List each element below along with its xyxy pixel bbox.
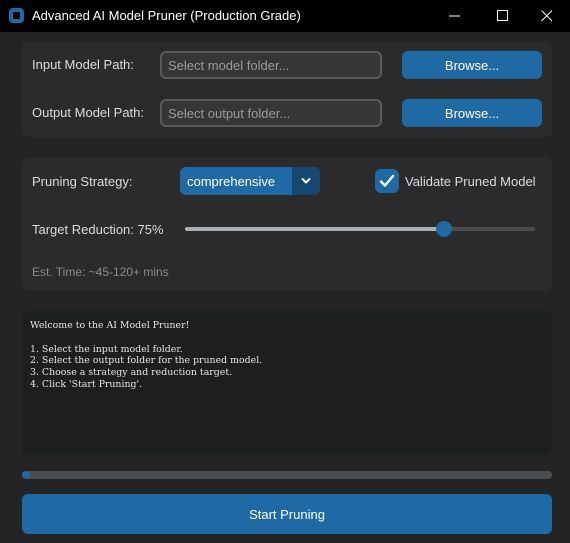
validate-pruned-model-checkbox[interactable] — [375, 169, 399, 193]
paths-panel: Input Model Path: Browse... Output Model… — [22, 41, 552, 137]
minimize-icon — [449, 15, 460, 17]
estimated-time-label: Est. Time: ~45-120+ mins — [32, 265, 169, 279]
output-model-path-field[interactable] — [160, 99, 382, 127]
output-model-path-label: Output Model Path: — [32, 105, 145, 120]
pruning-strategy-dropdown[interactable]: comprehensive — [180, 167, 320, 195]
input-model-path-label: Input Model Path: — [32, 57, 134, 72]
close-icon — [541, 10, 553, 22]
minimize-button[interactable] — [432, 0, 478, 32]
slider-handle[interactable] — [436, 221, 452, 237]
app-icon — [9, 8, 24, 23]
log-textbox[interactable]: Welcome to the AI Model Pruner! 1. Selec… — [22, 311, 552, 455]
target-reduction-label: Target Reduction: 75% — [32, 222, 164, 237]
pruning-strategy-label: Pruning Strategy: — [32, 174, 133, 189]
slider-fill — [185, 227, 444, 231]
close-button[interactable] — [524, 0, 570, 32]
progress-fill — [22, 471, 30, 479]
validate-pruned-model-label[interactable]: Validate Pruned Model — [405, 174, 536, 189]
window-title: Advanced AI Model Pruner (Production Gra… — [32, 8, 301, 23]
checkmark-icon — [379, 174, 395, 187]
target-reduction-slider[interactable] — [185, 219, 535, 239]
progress-bar — [22, 471, 552, 479]
maximize-icon — [497, 10, 508, 21]
input-model-path-field[interactable] — [160, 51, 382, 79]
input-browse-button[interactable]: Browse... — [402, 51, 542, 79]
maximize-button[interactable] — [480, 0, 526, 32]
title-bar: Advanced AI Model Pruner (Production Gra… — [0, 0, 570, 32]
start-pruning-button[interactable]: Start Pruning — [22, 494, 552, 534]
output-browse-button[interactable]: Browse... — [402, 99, 542, 127]
chevron-down-icon — [301, 178, 311, 184]
settings-panel: Pruning Strategy: comprehensive Validate… — [22, 157, 552, 291]
pruning-strategy-value: comprehensive — [187, 174, 276, 189]
dropdown-arrow-button[interactable] — [292, 167, 320, 195]
